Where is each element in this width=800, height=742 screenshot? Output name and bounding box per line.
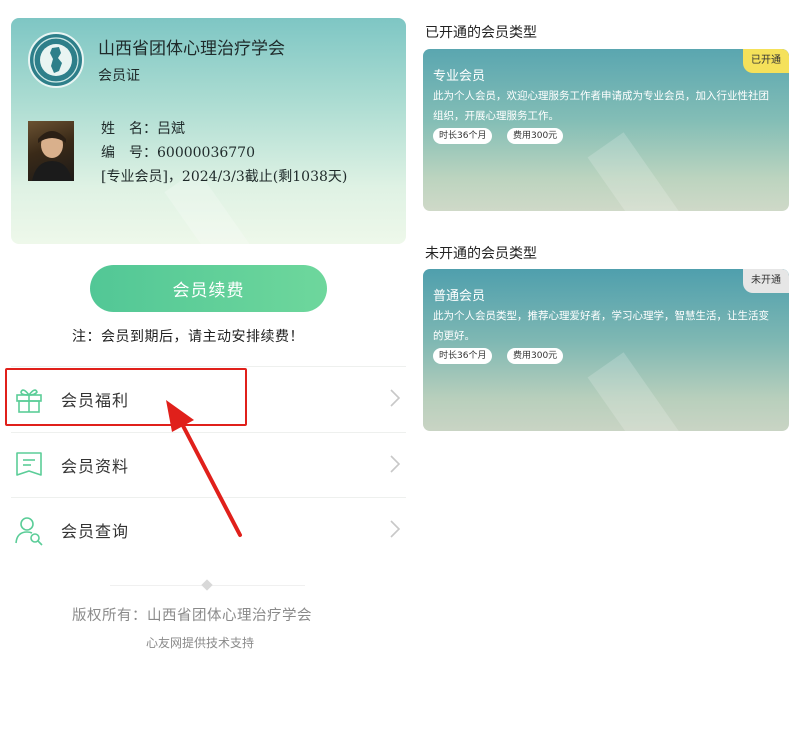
card-decoration [587, 132, 693, 211]
inactive-section-title: 未开通的会员类型 [425, 246, 537, 262]
type-name: 专业会员 [433, 69, 486, 84]
membership-type-card-professional[interactable]: 已开通 专业会员 此为个人会员，欢迎心理服务工作者申请成为专业会员，加入行业性社… [423, 49, 789, 211]
user-search-icon [15, 517, 43, 546]
copyright-text: 版权所有：山西省团体心理治疗学会 [72, 608, 312, 624]
card-type-label: 会员证 [98, 68, 140, 84]
membership-card: 山西省团体心理治疗学会 会员证 姓 名：吕斌 编 号：60000036770 [… [11, 18, 406, 244]
menu-item-label: 会员查询 [61, 522, 130, 541]
member-number: 编 号：60000036770 [101, 145, 255, 161]
support-text: 心友网提供技术支持 [146, 636, 255, 650]
diamond-icon [201, 579, 213, 591]
activated-section-title: 已开通的会员类型 [425, 25, 537, 41]
fee-pill: 费用300元 [507, 128, 564, 144]
highlight-box [5, 368, 247, 426]
chevron-right-icon [390, 389, 401, 407]
menu-item-profile[interactable]: 会员资料 [11, 432, 406, 497]
fee-pill: 费用300元 [507, 348, 564, 364]
association-logo-icon [28, 32, 84, 88]
card-decoration [587, 352, 693, 431]
membership-type-card-regular[interactable]: 未开通 普通会员 此为个人会员类型，推荐心理爱好者，学习心理学，智慧生活，让生活… [423, 269, 789, 431]
duration-pill: 时长36个月 [433, 128, 493, 144]
type-name: 普通会员 [433, 289, 486, 304]
member-name: 姓 名：吕斌 [101, 121, 185, 137]
renew-membership-button[interactable]: 会员续费 [90, 265, 327, 312]
chevron-right-icon [390, 520, 401, 538]
avatar [28, 121, 74, 181]
document-icon [16, 452, 42, 476]
renewal-note: 注：会员到期后，请主动安排续费！ [72, 329, 304, 345]
chevron-right-icon [390, 455, 401, 473]
org-name: 山西省团体心理治疗学会 [98, 39, 285, 59]
menu-item-query[interactable]: 会员查询 [11, 497, 406, 562]
duration-pill: 时长36个月 [433, 348, 493, 364]
status-badge: 未开通 [743, 269, 789, 293]
type-description: 此为个人会员类型，推荐心理爱好者，学习心理学，智慧生活，让生活变的更好。 [433, 310, 769, 342]
menu-item-label: 会员资料 [61, 457, 130, 476]
status-badge: 已开通 [743, 49, 789, 73]
membership-status: [专业会员]，2024/3/3截止(剩1038天) [101, 169, 348, 185]
type-description: 此为个人会员，欢迎心理服务工作者申请成为专业会员，加入行业性社团组织，开展心理服… [433, 90, 769, 122]
